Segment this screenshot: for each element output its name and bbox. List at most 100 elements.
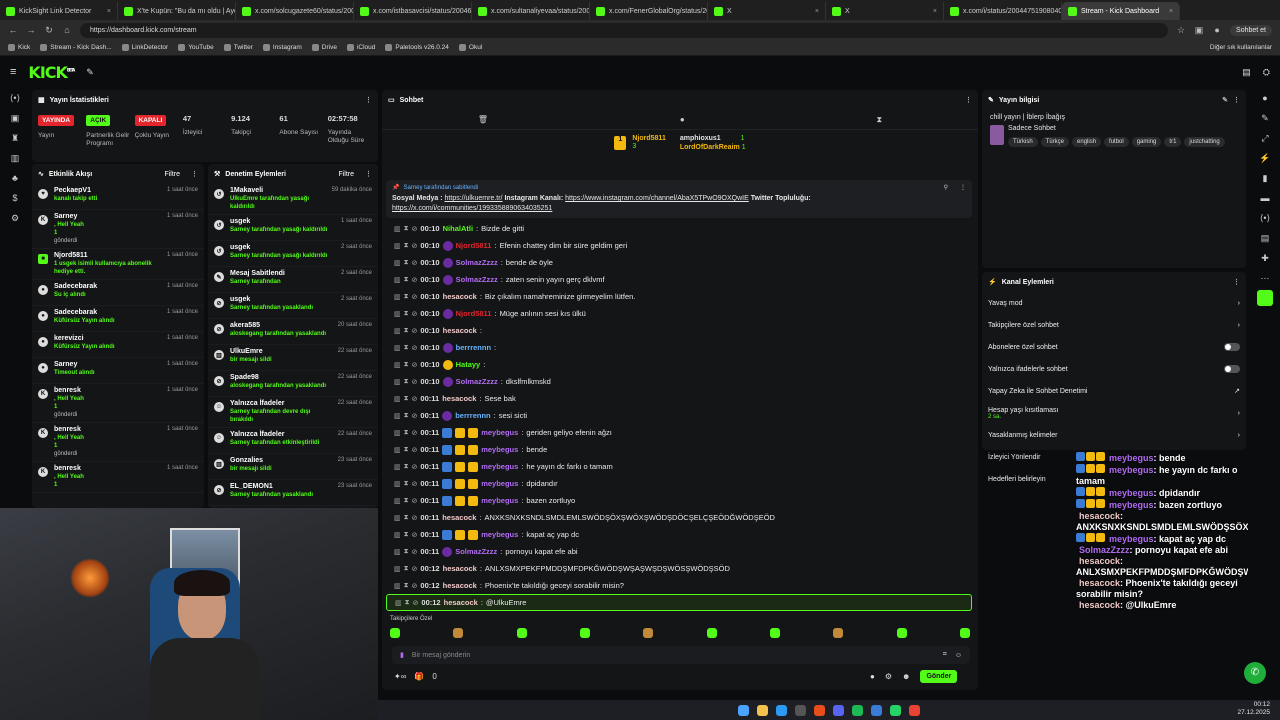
message-username[interactable]: meybegus xyxy=(481,462,518,471)
feed-row[interactable]: ▥ Gonzalies bir mesajı sildi 23 saat önce xyxy=(208,454,378,480)
timeout-icon[interactable]: ⧗ xyxy=(404,412,409,420)
tag-chip[interactable]: english xyxy=(1072,137,1102,147)
delete-icon[interactable]: ▥ xyxy=(394,548,401,556)
chat-message[interactable]: ▥ ⧗ ⊘ 00:11 hesacock: Sese bak xyxy=(386,390,972,407)
chat-message[interactable]: ▥ ⧗ ⊘ 00:12 hesacock: @UlkuEmre xyxy=(386,594,972,611)
timeout-icon[interactable]: ⧗ xyxy=(404,497,409,505)
message-username[interactable]: meybegus xyxy=(481,530,518,539)
ban-icon[interactable]: ⊘ xyxy=(412,259,418,267)
pinned-link[interactable]: https://ulkuemre.tr/ xyxy=(445,195,503,202)
emote-icon[interactable] xyxy=(579,628,590,638)
feed-row[interactable]: ▥ UlkuEmre bir mesajı sildi 22 saat önce xyxy=(208,345,378,371)
ban-icon[interactable]: ⊘ xyxy=(412,412,418,420)
share-icon[interactable]: ⋯ xyxy=(1250,268,1280,288)
timeout-icon[interactable]: ⧗ xyxy=(404,242,409,250)
feed-row[interactable]: ● Sarney Timeout alındı 1 saat önce xyxy=(32,358,204,384)
chat-message[interactable]: ▥ ⧗ ⊘ 00:10 SolmazZzzz: zaten senin yayın ger… xyxy=(386,271,972,288)
message-username[interactable]: SolmazZzzz xyxy=(455,547,497,556)
more-icon[interactable]: ⋮ xyxy=(1233,96,1240,104)
chat-message[interactable]: ▥ ⧗ ⊘ 00:11 hesacock: ANXKSNXKSNDLSMDLEMLSWÖD… xyxy=(386,509,972,526)
more-icon[interactable]: ⋮ xyxy=(365,170,372,178)
feed-row[interactable]: ● Sadecebarak Küfürsüz Yayın alındı 1 saat … xyxy=(32,306,204,332)
settings-icon[interactable]: ⚙ xyxy=(0,208,30,228)
timeout-icon[interactable]: ⧗ xyxy=(404,225,409,233)
feed-row[interactable]: ↺ 1Makaveli UlkuEmre tarafından yasağı kal… xyxy=(208,184,378,215)
account-icon[interactable]: ● xyxy=(1250,88,1280,108)
tag-chip[interactable]: tr1 xyxy=(1164,137,1182,147)
emote-icon[interactable] xyxy=(959,628,970,638)
tag-chip[interactable]: gaming xyxy=(1131,137,1162,147)
timeout-icon[interactable]: ⧗ xyxy=(404,378,409,386)
whatsapp-icon[interactable] xyxy=(890,704,901,716)
bookmark-item[interactable]: Kick xyxy=(8,44,30,51)
avatar[interactable]: ● xyxy=(1212,25,1222,35)
delete-icon[interactable]: ▥ xyxy=(394,276,401,284)
timeout-icon[interactable]: ⧗ xyxy=(404,310,409,318)
slash-icon[interactable]: ⌗ xyxy=(943,651,947,659)
forward-icon[interactable]: → xyxy=(26,25,36,35)
explorer-icon[interactable] xyxy=(757,704,768,716)
ban-icon[interactable]: ⊘ xyxy=(412,327,418,335)
browser-tab[interactable]: x.com/istbasavcisi/status/20046× xyxy=(354,2,472,20)
delete-icon[interactable]: ▥ xyxy=(394,327,401,335)
edit-icon[interactable]: ✎ xyxy=(1250,108,1280,128)
ban-icon[interactable]: ⊘ xyxy=(412,242,418,250)
expand-icon[interactable]: ⤢ xyxy=(1250,128,1280,148)
more-icon[interactable]: ⋮ xyxy=(365,96,372,104)
chat-message[interactable]: ▥ ⧗ ⊘ 00:11 meybegus: bende xyxy=(386,441,972,458)
close-icon[interactable]: × xyxy=(933,8,937,15)
message-username[interactable]: Njord5811 xyxy=(456,241,492,250)
chat-message[interactable]: ▥ ⧗ ⊘ 00:11 meybegus: dpidandır xyxy=(386,475,972,492)
more-icon[interactable]: ⋮ xyxy=(965,96,972,104)
chat-message[interactable]: ▥ ⧗ ⊘ 00:11 SolmazZzzz: pornoyu kapat efe abi xyxy=(386,543,972,560)
ban-icon[interactable]: ⊘ xyxy=(412,514,418,522)
timeout-icon[interactable]: ⧗ xyxy=(404,344,409,352)
chat-message[interactable]: ▥ ⧗ ⊘ 00:10 Hatayy: xyxy=(386,356,972,373)
delete-icon[interactable]: ▥ xyxy=(394,378,401,386)
chat-message[interactable]: ▥ ⧗ ⊘ 00:10 hesacock: xyxy=(386,322,972,339)
timeout-icon[interactable]: ⧗ xyxy=(404,276,409,284)
channel-action-row[interactable]: Yavaş mod › xyxy=(982,292,1246,314)
windows-icon[interactable] xyxy=(738,704,749,716)
dashboard-icon[interactable]: ▣ xyxy=(0,108,30,128)
delete-icon[interactable]: ▥ xyxy=(394,514,401,522)
message-username[interactable]: berrrennn xyxy=(456,343,491,352)
channel-action-row[interactable]: Abonelere özel sohbet xyxy=(982,336,1246,358)
feed-row[interactable]: ● kerevizci Küfürsüz Yayın alındı 1 saat ön… xyxy=(32,332,204,358)
timeout-icon[interactable]: ⧗ xyxy=(404,548,409,556)
users-icon[interactable]: ☻ xyxy=(902,672,910,681)
channel-action-row[interactable]: Yapay Zeka ile Sohbet Denetimi ↗ xyxy=(982,380,1246,402)
timeout-icon[interactable]: ⧗ xyxy=(404,395,409,403)
feed-row[interactable]: ● Sadecebarak Su iç alındı 1 saat önce xyxy=(32,280,204,306)
ban-icon[interactable]: ⊘ xyxy=(412,429,418,437)
close-icon[interactable]: × xyxy=(1169,8,1173,15)
wallet-icon[interactable]: ▮ xyxy=(1250,168,1280,188)
ban-icon[interactable]: ⊘ xyxy=(412,463,418,471)
unpin-icon[interactable]: ⚲ xyxy=(944,184,948,191)
emote-icon[interactable] xyxy=(769,628,780,638)
chat-message[interactable]: ▥ ⧗ ⊘ 00:11 meybegus: kapat aç yap dc xyxy=(386,526,972,543)
more-icon[interactable]: ⋮ xyxy=(1233,278,1240,286)
discord-icon[interactable] xyxy=(833,704,844,716)
bookmark-item[interactable]: Paletools v26.0.24 xyxy=(385,44,449,51)
toggle-switch[interactable] xyxy=(1224,365,1240,373)
bookmark-item[interactable]: LinkDetector xyxy=(121,44,168,51)
browser-tab[interactable]: KickSight Link Detector × xyxy=(0,2,118,20)
timeout-icon[interactable]: ⧗ xyxy=(404,429,409,437)
money-icon[interactable]: $ xyxy=(0,188,30,208)
bookmark-item[interactable]: YouTube xyxy=(178,44,214,51)
trophy-icon[interactable]: ♜ xyxy=(0,128,30,148)
channel-action-row[interactable]: Takipçilere özel sohbet › xyxy=(982,314,1246,336)
ban-icon[interactable]: ⊘ xyxy=(412,395,418,403)
menu-icon[interactable]: ≡ xyxy=(10,66,16,78)
chat-message[interactable]: ▥ ⧗ ⊘ 00:10 Njord5811: Efenin chattey dim bir… xyxy=(386,237,972,254)
bookmark-item[interactable]: Twitter xyxy=(223,44,253,51)
green-app-icon[interactable] xyxy=(1250,288,1280,308)
url-input[interactable]: https://dashboard.kick.com/stream xyxy=(80,22,1169,38)
back-icon[interactable]: ← xyxy=(8,25,18,35)
ban-icon[interactable]: ⊘ xyxy=(412,344,418,352)
chat-message[interactable]: ▥ ⧗ ⊘ 00:12 hesacock: Phoenix'te takıldığı ge… xyxy=(386,577,972,594)
send-button[interactable]: Gönder xyxy=(920,670,958,683)
delete-icon[interactable]: ▥ xyxy=(395,599,402,607)
chat-message[interactable]: ▥ ⧗ ⊘ 00:11 meybegus: bazen zortluyo xyxy=(386,492,972,509)
